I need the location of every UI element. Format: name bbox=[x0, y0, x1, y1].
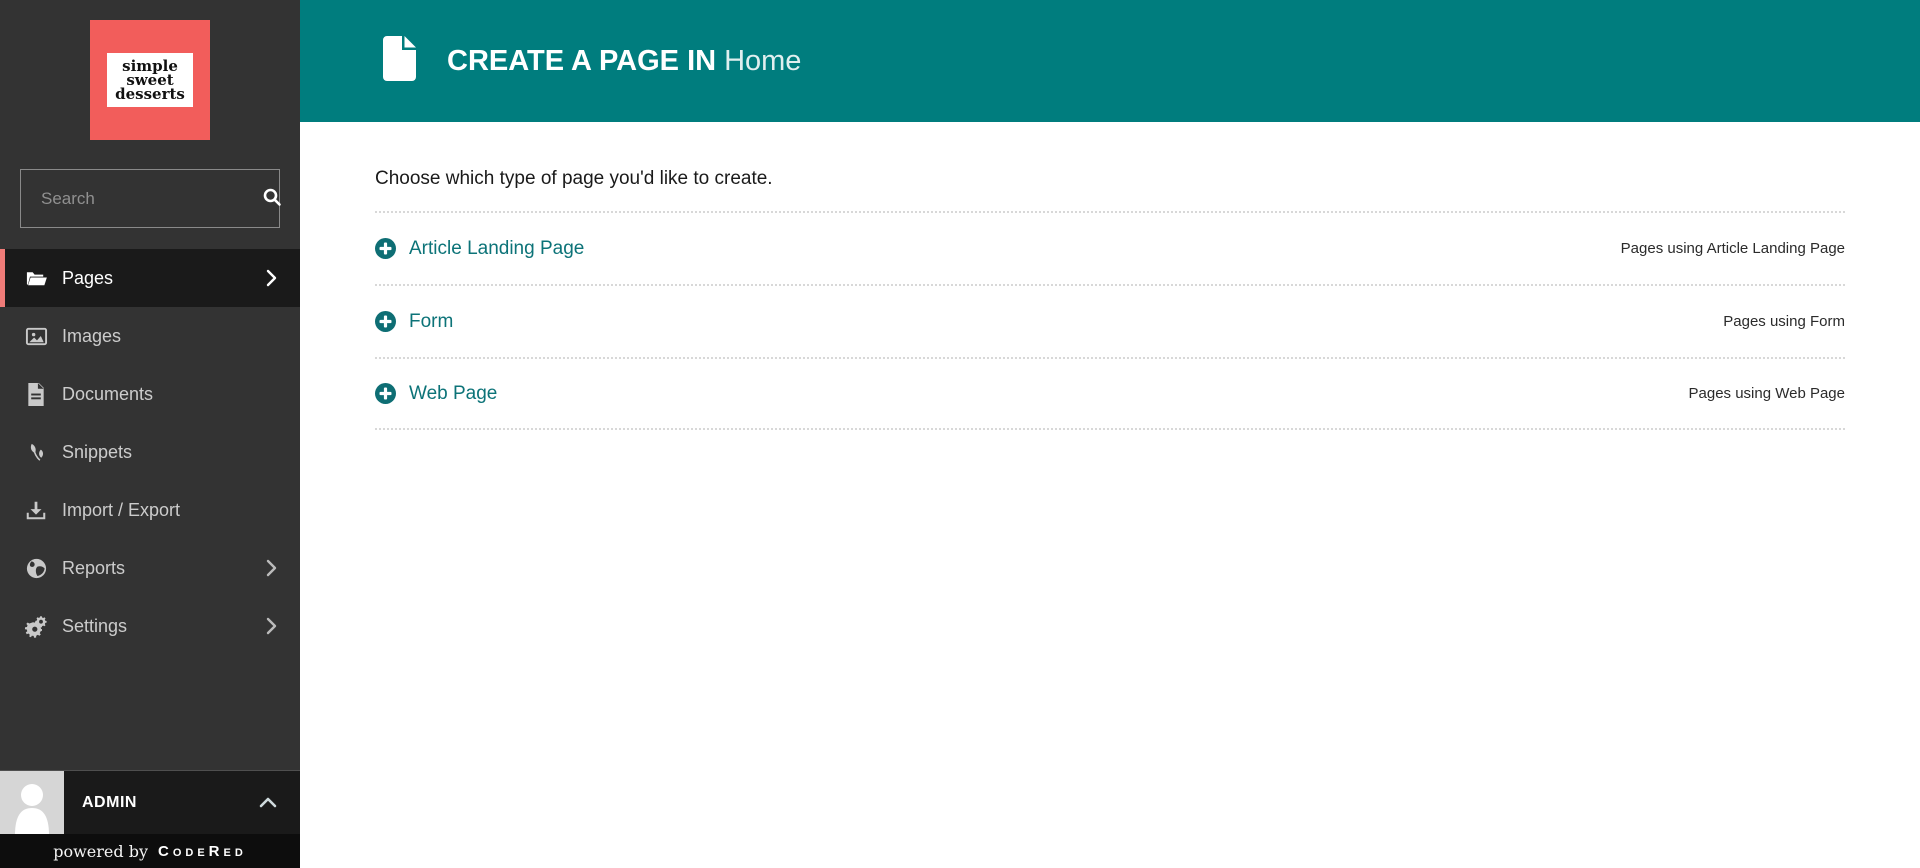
globe-icon bbox=[24, 557, 48, 580]
download-icon bbox=[24, 499, 48, 521]
sidebar-item-images[interactable]: Images bbox=[0, 307, 300, 365]
search-icon bbox=[262, 187, 282, 210]
plus-circle-icon bbox=[375, 311, 396, 332]
create-article-landing-page-link[interactable]: Article Landing Page bbox=[375, 238, 584, 260]
create-web-page-link[interactable]: Web Page bbox=[375, 383, 497, 405]
gears-icon bbox=[24, 614, 48, 638]
sidebar-item-documents[interactable]: Documents bbox=[0, 365, 300, 423]
sidebar-item-settings[interactable]: Settings bbox=[0, 597, 300, 655]
page-type-row: Article Landing Page Pages using Article… bbox=[375, 211, 1845, 284]
plus-circle-icon bbox=[375, 238, 396, 259]
sidebar-item-label: Documents bbox=[62, 383, 154, 404]
powered-by-text: powered by bbox=[53, 841, 148, 861]
sidebar-item-label: Reports bbox=[62, 557, 126, 578]
account-name: ADMIN bbox=[82, 793, 137, 811]
search-submit-button[interactable] bbox=[262, 170, 282, 227]
account-menu[interactable]: ADMIN bbox=[0, 770, 300, 835]
sidebar-search bbox=[20, 169, 282, 228]
sidebar-item-snippets[interactable]: Snippets bbox=[0, 423, 300, 481]
chevron-right-icon bbox=[265, 268, 278, 288]
sidebar-item-label: Import / Export bbox=[62, 499, 181, 520]
page-type-label: Article Landing Page bbox=[409, 237, 585, 259]
sidebar-item-label: Images bbox=[62, 325, 122, 346]
chevron-up-icon bbox=[258, 796, 278, 809]
page-title: CREATE A PAGE IN Home bbox=[447, 45, 801, 78]
powered-by-bar: powered by CodeRed bbox=[0, 834, 300, 868]
sidebar: simple sweet desserts Pages bbox=[0, 0, 300, 868]
search-input[interactable] bbox=[21, 170, 262, 227]
sidebar-item-label: Pages bbox=[62, 267, 114, 288]
page-document-icon bbox=[382, 36, 416, 86]
pages-using-link[interactable]: Pages using Form bbox=[1723, 313, 1845, 330]
chevron-right-icon bbox=[265, 558, 278, 578]
page-type-label: Form bbox=[409, 310, 454, 332]
codered-logo[interactable]: CodeRed bbox=[158, 843, 247, 860]
page-type-row: Web Page Pages using Web Page bbox=[375, 357, 1845, 430]
main-area: CREATE A PAGE IN Home Choose which type o… bbox=[300, 0, 1920, 868]
pages-using-link[interactable]: Pages using Article Landing Page bbox=[1621, 240, 1845, 257]
page-title-location: Home bbox=[724, 44, 802, 77]
sidebar-item-reports[interactable]: Reports bbox=[0, 539, 300, 597]
site-logo-text: simple sweet desserts bbox=[107, 53, 193, 107]
pages-using-link[interactable]: Pages using Web Page bbox=[1689, 385, 1846, 402]
sidebar-item-label: Settings bbox=[62, 615, 128, 636]
site-logo[interactable]: simple sweet desserts bbox=[90, 20, 210, 140]
sidebar-item-import-export[interactable]: Import / Export bbox=[0, 481, 300, 539]
page-type-row: Form Pages using Form bbox=[375, 284, 1845, 357]
sidebar-item-label: Snippets bbox=[62, 441, 133, 462]
chevron-right-icon bbox=[265, 616, 278, 636]
sidebar-nav: Pages Images Documents Snippets Import /… bbox=[0, 249, 300, 655]
logo-line-3: desserts bbox=[115, 85, 185, 103]
intro-text: Choose which type of page you'd like to … bbox=[375, 168, 773, 189]
document-icon bbox=[24, 382, 48, 406]
avatar bbox=[0, 770, 64, 835]
sidebar-item-pages[interactable]: Pages bbox=[0, 249, 300, 307]
page-type-label: Web Page bbox=[409, 382, 498, 404]
folder-open-icon bbox=[24, 267, 48, 290]
create-form-link[interactable]: Form bbox=[375, 311, 453, 333]
page-title-action: CREATE A PAGE IN bbox=[447, 44, 717, 77]
snippets-icon bbox=[24, 441, 48, 464]
page-type-list: Article Landing Page Pages using Article… bbox=[375, 211, 1845, 430]
page-header: CREATE A PAGE IN Home bbox=[300, 0, 1920, 122]
page-content: Choose which type of page you'd like to … bbox=[300, 122, 1920, 430]
plus-circle-icon bbox=[375, 383, 396, 404]
image-icon bbox=[24, 325, 48, 348]
